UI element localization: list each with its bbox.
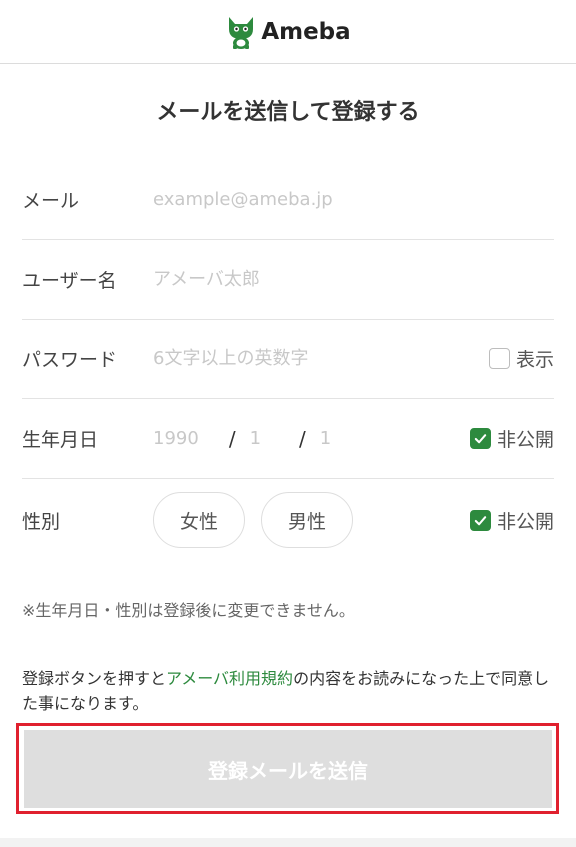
footer-bar: [0, 838, 576, 847]
page-title: メールを送信して登録する: [156, 100, 420, 125]
logo-text: Ameba: [261, 18, 351, 45]
birthday-private-checkbox[interactable]: [469, 428, 491, 449]
email-input[interactable]: [153, 179, 543, 220]
email-row: メール: [22, 160, 554, 240]
header: Ameba: [0, 0, 576, 64]
password-input[interactable]: [153, 338, 453, 379]
terms-link[interactable]: アメーバ利用規約: [166, 669, 293, 688]
birthday-private-toggle[interactable]: 非公開: [469, 425, 554, 452]
show-password-checkbox[interactable]: [488, 348, 510, 369]
gender-male-button[interactable]: 男性: [261, 492, 353, 548]
password-label: パスワード: [22, 349, 118, 371]
ameba-logo[interactable]: Ameba: [225, 15, 351, 49]
date-separator: /: [299, 426, 306, 451]
gender-female-button[interactable]: 女性: [153, 492, 245, 548]
terms-text-before: 登録ボタンを押すと: [22, 669, 167, 688]
show-password-label: 表示: [515, 349, 554, 371]
check-icon: [474, 515, 487, 525]
terms-notice: 登録ボタンを押すとアメーバ利用規約の内容をお読みになった上で同意した事になります…: [22, 666, 554, 716]
username-label: ユーザー名: [22, 270, 117, 292]
email-label: メール: [22, 190, 80, 212]
birth-year-input[interactable]: 1990: [153, 428, 199, 449]
username-row: ユーザー名: [22, 240, 554, 320]
gender-private-toggle[interactable]: 非公開: [469, 507, 554, 534]
birth-month-input[interactable]: 1: [250, 428, 261, 449]
password-row: パスワード 表示: [22, 319, 554, 399]
ameba-mascot-icon: [229, 16, 254, 49]
date-separator: /: [228, 426, 236, 451]
birthday-row: 生年月日 1990 / 1 / 1 非公開: [22, 399, 554, 479]
gender-private-label: 非公開: [496, 510, 554, 533]
birthday-label: 生年月日: [22, 429, 99, 451]
birthday-private-label: 非公開: [496, 429, 554, 451]
check-icon: [474, 434, 487, 444]
gender-private-checkbox[interactable]: [469, 509, 491, 531]
username-input[interactable]: [153, 259, 543, 300]
show-password-toggle[interactable]: 表示: [488, 345, 554, 372]
gender-row: 性別 女性 男性 非公開: [22, 480, 554, 560]
gender-label: 性別: [22, 510, 61, 533]
birth-day-input[interactable]: 1: [320, 428, 331, 449]
submit-button[interactable]: 登録メールを送信: [24, 730, 552, 808]
birthday-gender-note: ※生年月日・性別は登録後に変更できません。: [22, 601, 355, 620]
